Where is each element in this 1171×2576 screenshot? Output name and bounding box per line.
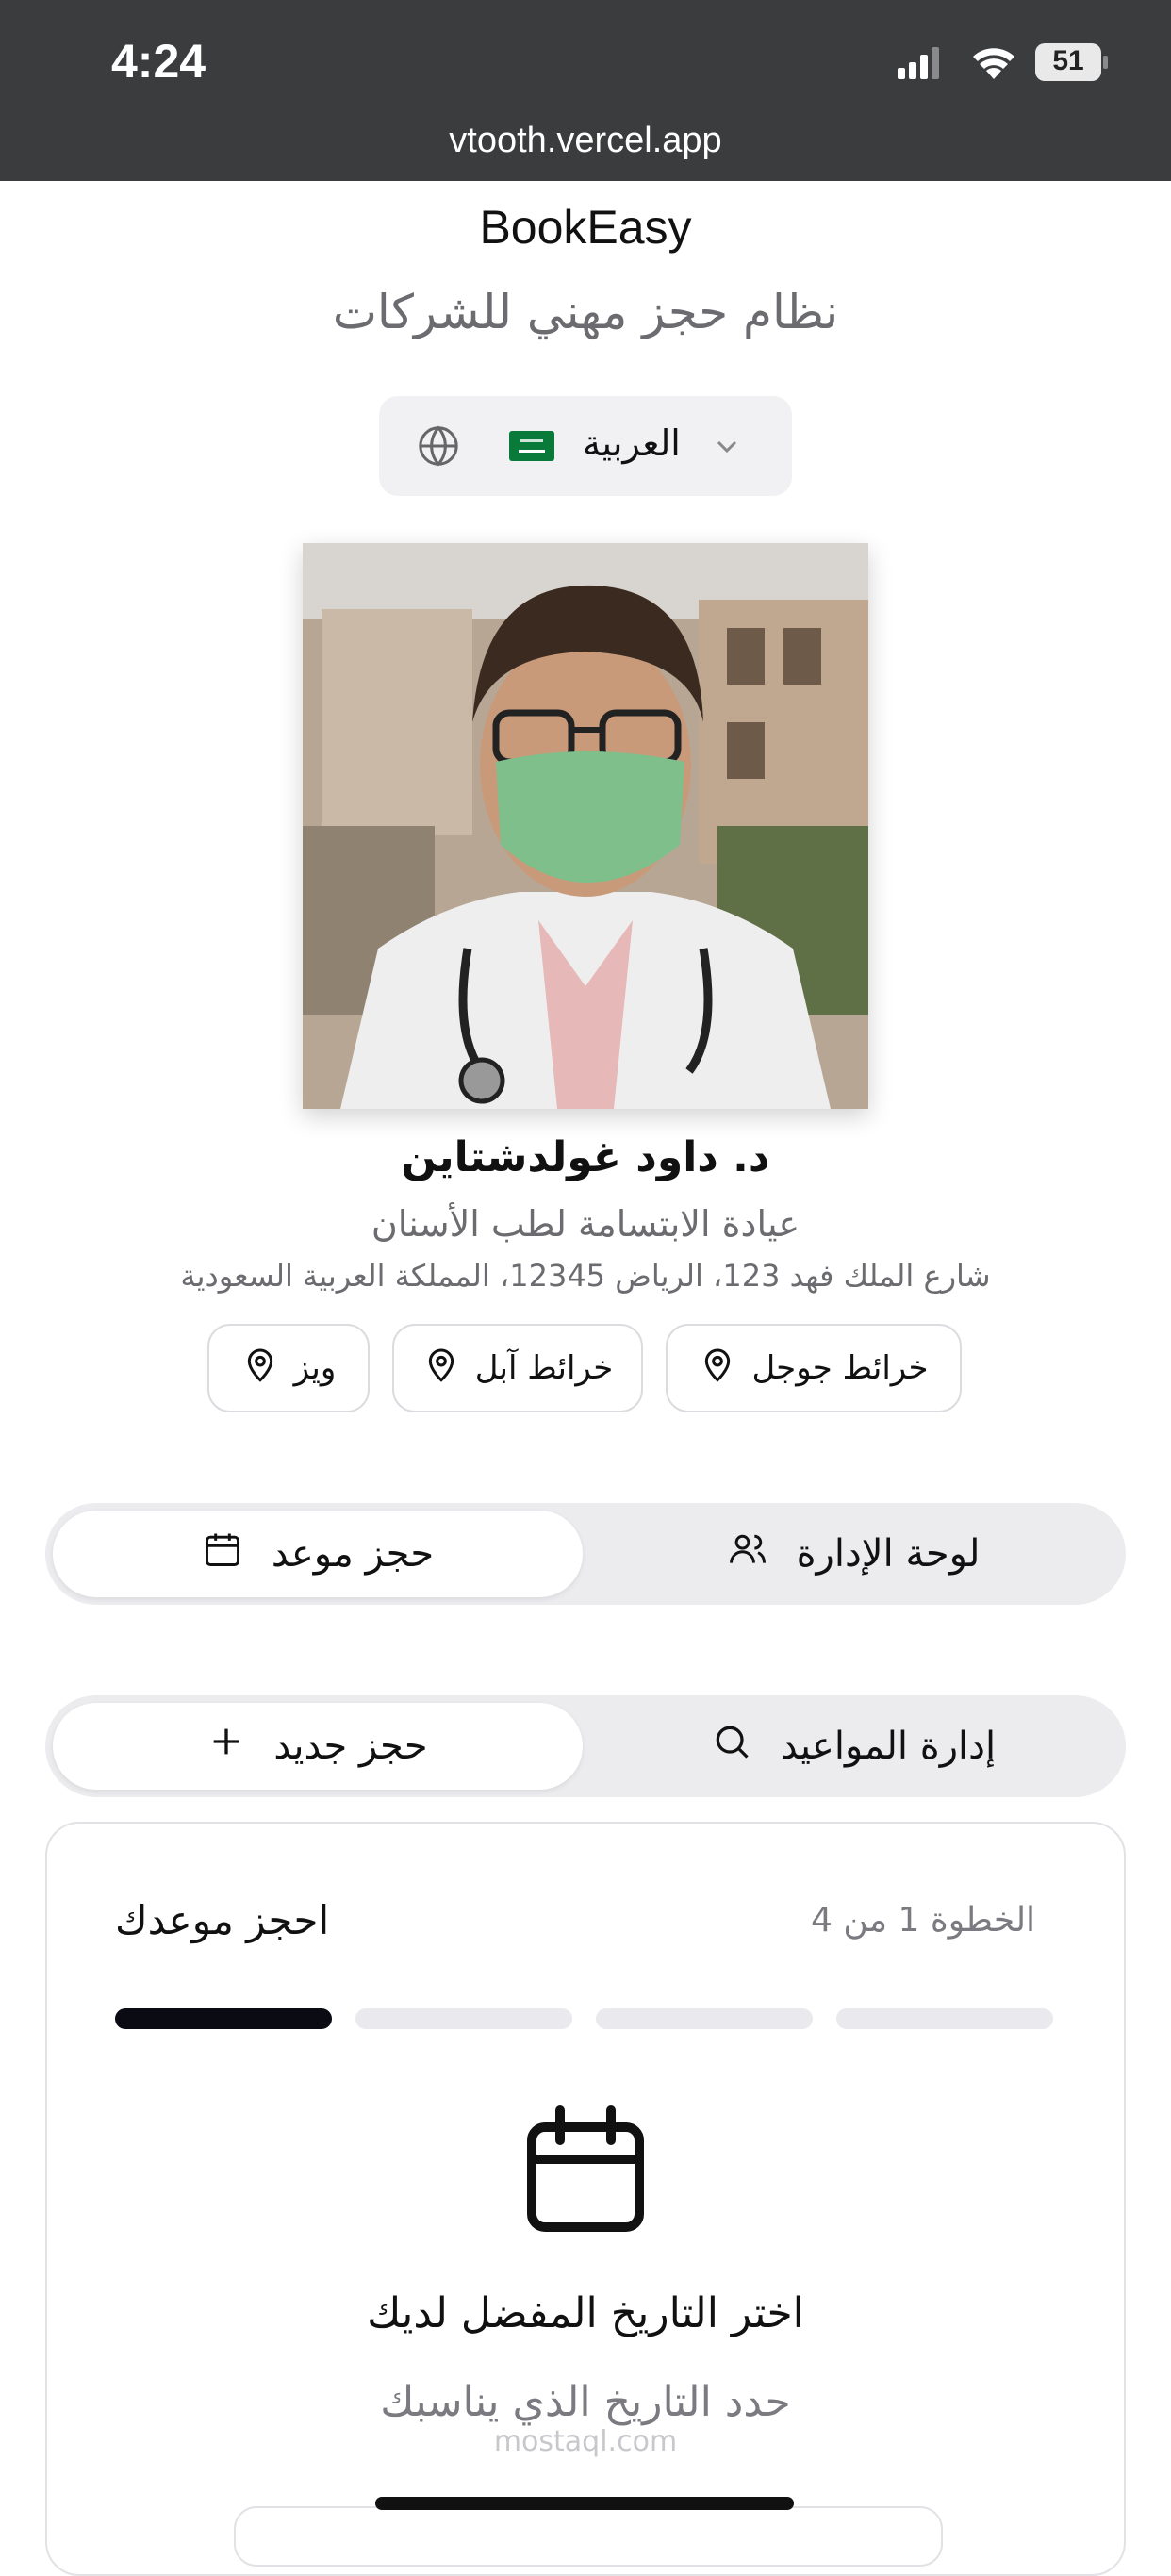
apple-maps-button[interactable]: خرائط آبل xyxy=(392,1324,643,1412)
tab-admin-label: لوحة الإدارة xyxy=(796,1532,981,1576)
signal-icon xyxy=(898,47,941,79)
calendar-icon xyxy=(524,2105,647,2233)
battery-icon: 51 xyxy=(1035,43,1109,81)
step-progress-2 xyxy=(355,2008,572,2029)
main-tabs: لوحة الإدارة حجز موعد xyxy=(45,1503,1126,1605)
tab-new-booking-label: حجز جديد xyxy=(273,1725,428,1768)
tab-manage-appointments[interactable]: إدارة المواعيد xyxy=(588,1703,1118,1790)
wizard-title: احجز موعدك xyxy=(115,1897,330,1943)
apple-maps-label: خرائط آبل xyxy=(474,1349,614,1387)
step-progress-3 xyxy=(596,2008,813,2029)
brand-title: BookEasy xyxy=(479,201,692,254)
calendar-icon xyxy=(202,1528,243,1579)
tab-new-booking[interactable]: حجز جديد xyxy=(53,1703,583,1790)
step-progress-1 xyxy=(115,2008,332,2029)
map-pin-icon xyxy=(241,1346,279,1392)
sub-tabs: إدارة المواعيد حجز جديد xyxy=(45,1695,1126,1797)
tab-booking-label: حجز موعد xyxy=(271,1532,435,1576)
plus-icon xyxy=(207,1723,245,1770)
date-input-partial[interactable] xyxy=(234,2506,943,2567)
waze-label: ويز xyxy=(293,1349,337,1387)
status-time: 4:24 xyxy=(111,35,206,88)
google-maps-button[interactable]: خرائط جوجل xyxy=(666,1324,962,1412)
tab-admin-dashboard[interactable]: لوحة الإدارة xyxy=(588,1511,1118,1597)
map-pin-icon xyxy=(699,1346,736,1392)
language-label: العربية xyxy=(583,422,681,464)
search-icon xyxy=(711,1721,752,1772)
users-icon xyxy=(727,1528,768,1579)
tab-book-appointment[interactable]: حجز موعد xyxy=(53,1511,583,1597)
status-bar: 4:24 51 vtooth.vercel.app xyxy=(0,0,1171,181)
waze-button[interactable]: ويز xyxy=(207,1324,370,1412)
wifi-icon xyxy=(971,45,1016,81)
tagline: نظام حجز مهني للشركات xyxy=(332,285,839,339)
globe-icon xyxy=(417,424,460,468)
step-counter: الخطوة 1 من 4 xyxy=(811,1901,1036,1940)
home-indicator xyxy=(375,2497,794,2510)
google-maps-label: خرائط جوجل xyxy=(751,1349,929,1387)
saudi-flag-icon xyxy=(509,431,554,461)
address-bar-url[interactable]: vtooth.vercel.app xyxy=(0,121,1171,161)
clinic-name: عيادة الابتسامة لطب الأسنان xyxy=(371,1203,800,1245)
date-step-subheading: حدد التاريخ الذي يناسبك xyxy=(380,2378,791,2426)
doctor-photo xyxy=(303,543,868,1109)
tab-manage-label: إدارة المواعيد xyxy=(780,1725,997,1768)
date-step-heading: اختر التاريخ المفضل لديك xyxy=(367,2289,804,2337)
watermark-logo: mostaql.com xyxy=(493,2425,678,2458)
doctor-name: د. داود غولدشتاين xyxy=(401,1133,770,1181)
clinic-address: شارع الملك فهد 123، الرياض 12345، المملك… xyxy=(180,1258,991,1294)
battery-level: 51 xyxy=(1052,45,1084,76)
step-progress-4 xyxy=(836,2008,1053,2029)
chevron-down-icon xyxy=(713,434,741,458)
map-pin-icon xyxy=(422,1346,460,1392)
language-selector[interactable]: العربية xyxy=(379,396,792,496)
